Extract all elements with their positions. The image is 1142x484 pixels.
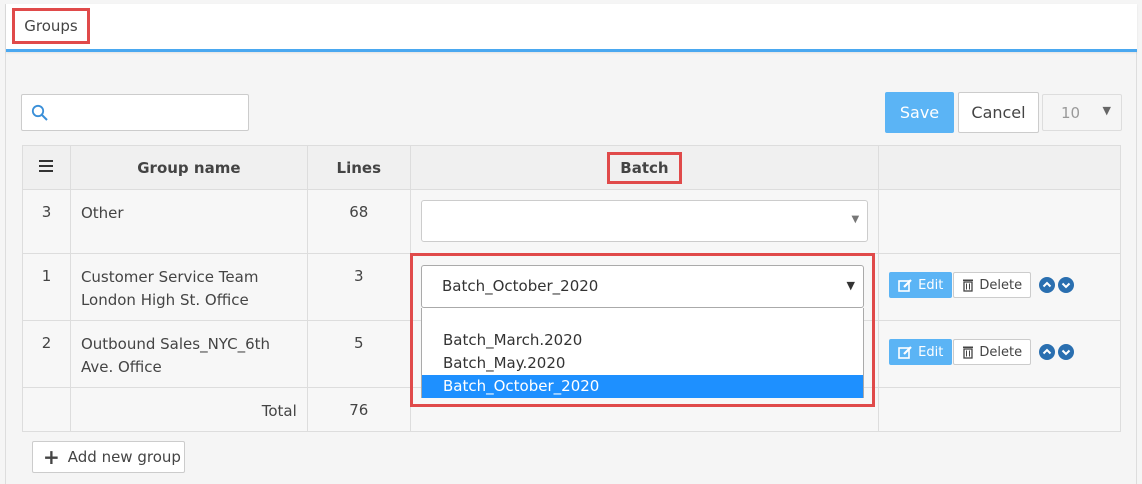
search-input[interactable] [58, 99, 244, 127]
page-size-value: 10 [1061, 104, 1081, 122]
move-up-icon[interactable] [1038, 344, 1055, 360]
batch-option[interactable]: Batch_March.2020 [422, 329, 863, 352]
panel-header: Groups [6, 4, 1137, 52]
move-down-icon[interactable] [1057, 277, 1074, 293]
trash-icon [963, 279, 974, 292]
cancel-button[interactable]: Cancel [958, 92, 1039, 133]
row-index: 2 [22, 320, 71, 388]
row-lines: 3 [306, 253, 411, 321]
column-header-batch: Batch [409, 145, 880, 190]
chevron-down-icon: ▼ [846, 279, 855, 292]
batch-option-selected[interactable]: Batch_October_2020 [422, 375, 863, 398]
table-header-row: Group name Lines Batch [22, 145, 1121, 190]
trash-icon [963, 346, 974, 359]
row-lines: 68 [306, 189, 411, 254]
edit-icon [898, 346, 912, 359]
column-order-header[interactable] [22, 145, 71, 190]
row-group-name: Outbound Sales_NYC_6th Ave. Office [69, 320, 308, 388]
menu-icon [39, 159, 54, 172]
edit-label: Edit [918, 277, 944, 293]
total-label: Total [69, 387, 308, 432]
search-box[interactable] [21, 94, 249, 131]
delete-label: Delete [979, 344, 1023, 360]
edit-button[interactable]: Edit [889, 272, 953, 298]
page-size-select[interactable]: 10 ▼ [1042, 94, 1122, 131]
chevron-down-icon: ▼ [1102, 104, 1111, 117]
add-new-group-button[interactable]: + Add new group [32, 441, 185, 473]
row-index: 1 [22, 253, 71, 321]
edit-label: Edit [918, 344, 944, 360]
row-group-name: Customer Service Team London High St. Of… [69, 253, 308, 321]
add-new-group-label: Add new group [67, 448, 181, 466]
delete-button[interactable]: Delete [953, 272, 1032, 298]
batch-select[interactable]: Batch_October_2020 ▼ [421, 265, 864, 308]
batch-option[interactable]: Batch_May.2020 [422, 352, 863, 375]
edit-button[interactable]: Edit [889, 339, 953, 365]
batch-select-empty[interactable]: ▼ [420, 200, 869, 242]
batch-select-value: Batch_October_2020 [442, 277, 599, 295]
column-header-lines: Lines [306, 145, 411, 190]
column-header-name: Group name [69, 145, 308, 190]
delete-button[interactable]: Delete [953, 339, 1032, 365]
page-title: Groups [12, 8, 90, 44]
edit-icon [898, 279, 912, 292]
batch-dropdown-highlight: Batch_October_2020 ▼ Batch_March.2020 Ba… [410, 253, 875, 407]
batch-options-list: Batch_March.2020 Batch_May.2020 Batch_Oc… [421, 308, 864, 398]
move-up-icon[interactable] [1038, 277, 1055, 293]
batch-header-label: Batch [607, 151, 682, 184]
row-group-name: Other [69, 189, 308, 254]
delete-label: Delete [979, 277, 1023, 293]
column-header-actions [878, 145, 1121, 190]
total-value: 76 [306, 387, 411, 432]
table-row: 3 Other 68 ▼ [22, 189, 1121, 254]
plus-icon: + [43, 445, 60, 469]
row-index: 3 [22, 189, 71, 254]
search-icon [31, 104, 48, 121]
save-button[interactable]: Save [885, 92, 954, 133]
chevron-down-icon: ▼ [851, 214, 860, 225]
move-down-icon[interactable] [1057, 344, 1074, 360]
row-lines: 5 [306, 320, 411, 388]
